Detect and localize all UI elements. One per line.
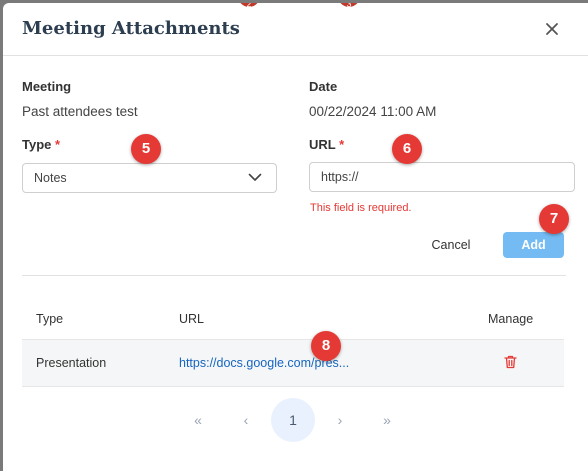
page-1-button[interactable]: 1	[271, 398, 315, 442]
dialog-header: Meeting Attachments	[3, 3, 588, 56]
trash-icon[interactable]	[504, 355, 517, 374]
column-header-type: Type	[36, 312, 64, 326]
table-header: Type URL Manage	[22, 297, 564, 340]
annotation-marker: 5	[131, 134, 161, 164]
prev-page-button[interactable]: ‹	[224, 398, 268, 442]
column-header-manage: Manage	[488, 312, 534, 326]
annotation-marker: 8	[311, 331, 341, 361]
type-select-value: Notes	[34, 171, 67, 185]
url-label: URL *	[309, 137, 344, 152]
last-page-button[interactable]: »	[365, 398, 409, 442]
table-row: Presentation https://docs.google.com/pre…	[22, 340, 564, 387]
row-type: Presentation	[36, 356, 107, 370]
chevron-down-icon	[248, 173, 262, 181]
meeting-label: Meeting	[22, 79, 72, 94]
annotation-marker: 6	[392, 134, 422, 164]
close-icon[interactable]	[544, 21, 560, 37]
meeting-value: Past attendees test	[22, 104, 138, 119]
url-label-text: URL	[309, 137, 336, 152]
url-input[interactable]	[309, 162, 575, 192]
required-mark: *	[339, 137, 345, 152]
first-page-button[interactable]: «	[176, 398, 220, 442]
column-header-url: URL	[179, 312, 205, 326]
cancel-button[interactable]: Cancel	[418, 232, 484, 258]
type-label-text: Type	[22, 137, 52, 152]
required-mark: *	[55, 137, 61, 152]
url-error-message: This field is required.	[310, 202, 412, 214]
next-page-button[interactable]: ›	[318, 398, 362, 442]
dialog-title: Meeting Attachments	[22, 18, 240, 39]
type-select[interactable]: Notes	[22, 163, 277, 193]
date-label: Date	[309, 79, 338, 94]
date-value: 00/22/2024 11:00 AM	[309, 104, 437, 119]
pagination: « ‹ 1 › »	[3, 398, 588, 442]
add-button[interactable]: Add	[503, 232, 564, 258]
meeting-attachments-dialog: 2 3 Meeting Attachments Meeting Past att…	[3, 3, 588, 471]
annotation-marker: 7	[539, 204, 569, 234]
attachments-table: Type URL Manage Presentation https://doc…	[22, 297, 564, 387]
type-label: Type *	[22, 137, 60, 152]
section-divider	[22, 275, 566, 276]
